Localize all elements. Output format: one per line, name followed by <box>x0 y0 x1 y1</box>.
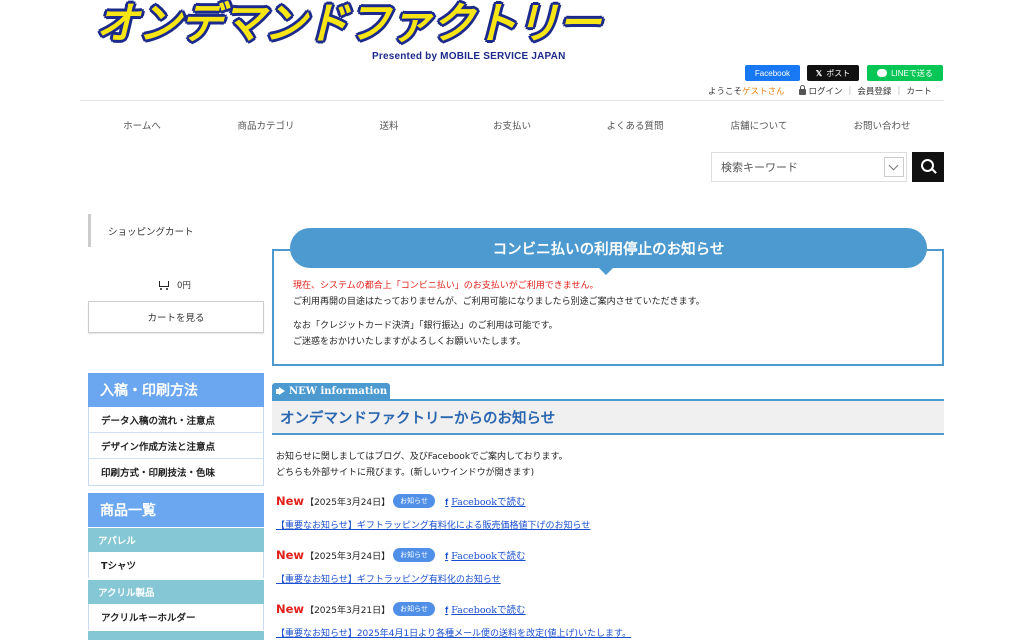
news-badge: お知らせ <box>393 494 436 508</box>
notice-line-1: 現在、システムの都合上「コンビニ払い」のお支払いがご利用できません。 <box>293 281 599 291</box>
cart-summary: 0円 <box>157 279 191 291</box>
facebook-read-label: Facebookで読む <box>451 497 526 508</box>
search-category-select[interactable] <box>884 157 904 177</box>
section-title-submission: 入稿・印刷方法 <box>88 373 264 407</box>
menu-item-data-submission[interactable]: データ入稿の流れ・注意点 <box>89 407 263 433</box>
divider: | <box>848 86 852 96</box>
cart-amount: 0円 <box>177 281 191 291</box>
facebook-read-link[interactable]: f Facebookで読む <box>445 602 526 616</box>
nav-payment[interactable]: お支払い <box>450 118 574 132</box>
new-label: New <box>276 494 305 508</box>
news-intro-2: どちらも外部サイトに飛びます。(新しいウインドウが開きます) <box>276 468 535 478</box>
line-share-button[interactable]: LINEで送る <box>867 65 943 81</box>
notice-line-2: ご利用再開の目途はたっておりませんが、ご利用可能になりましたら別途ご案内させてい… <box>293 297 705 307</box>
facebook-share-label: Facebook <box>754 68 791 78</box>
news-item-link[interactable]: 【重要なお知らせ】ギフトラッピング有料化による販売価格値下げのお知らせ <box>276 518 590 531</box>
facebook-read-link[interactable]: f Facebookで読む <box>445 548 526 562</box>
news-badge: お知らせ <box>393 548 436 562</box>
menu-item-design-guide[interactable]: デザイン作成方法と注意点 <box>89 433 263 459</box>
news-date: 【2025年3月21日】 <box>305 605 391 616</box>
nav-faq[interactable]: よくある質問 <box>573 118 697 132</box>
section-title-products: 商品一覧 <box>88 493 264 527</box>
search-input[interactable]: 検索キーワード <box>711 152 907 182</box>
news-date: 【2025年3月24日】 <box>305 551 391 562</box>
user-bar: ようこそ ゲストさん ログイン | 会員登録 | カート <box>708 85 932 97</box>
new-information-tab: NEW information <box>272 383 390 399</box>
notice-line-3: なお「クレジットカード決済」「銀行振込」のご利用は可能です。 <box>293 321 558 331</box>
search-button[interactable] <box>912 152 944 182</box>
category-item-tshirt[interactable]: Tシャツ <box>88 552 264 578</box>
facebook-read-label: Facebookで読む <box>451 551 526 562</box>
new-label: New <box>276 548 305 562</box>
news-item-meta: New 【2025年3月24日】 お知らせ f Facebookで読む <box>276 548 526 562</box>
nav-home[interactable]: ホームへ <box>80 118 204 132</box>
cart-link[interactable]: カート <box>906 85 932 97</box>
register-link[interactable]: 会員登録 <box>857 85 891 97</box>
news-intro-1: お知らせに関しましてはブログ、及びFacebookでご案内しております。 <box>276 452 568 462</box>
facebook-read-label: Facebookで読む <box>451 605 526 616</box>
category-next[interactable] <box>88 631 264 640</box>
nav-shipping[interactable]: 送料 <box>327 118 451 132</box>
x-post-button[interactable]: 𝕏 ポスト <box>807 65 859 81</box>
login-link[interactable]: ログイン <box>809 85 843 97</box>
facebook-icon: f <box>445 551 449 562</box>
divider: | <box>897 86 901 96</box>
new-information-label: NEW information <box>289 385 388 397</box>
notice-pointer <box>598 267 614 275</box>
menu-item-print-methods[interactable]: 印刷方式・印刷技法・色味 <box>89 459 263 485</box>
cart-widget-title: ショッピングカート <box>88 214 263 247</box>
logo-subtitle: Presented by MOBILE SERVICE JAPAN <box>372 51 566 62</box>
megaphone-icon <box>276 386 285 395</box>
x-icon: 𝕏 <box>815 68 823 78</box>
notice-title: コンビニ払いの利用停止のお知らせ <box>290 228 927 268</box>
notice-line-4: ご迷惑をおかけいたしますがよろしくお願いいたします。 <box>293 337 526 347</box>
news-heading: オンデマンドファクトリーからのお知らせ <box>272 399 944 435</box>
guest-name: ゲストさん <box>742 87 785 97</box>
view-cart-button[interactable]: カートを見る <box>88 301 264 333</box>
line-share-label: LINEで送る <box>891 68 933 78</box>
submission-menu: データ入稿の流れ・注意点 デザイン作成方法と注意点 印刷方式・印刷技法・色味 <box>88 407 264 486</box>
facebook-share-button[interactable]: Facebook <box>745 65 800 81</box>
site-logo[interactable]: オンデマンドファクトリー <box>96 0 601 48</box>
nav-categories[interactable]: 商品カテゴリ <box>204 118 328 132</box>
nav-contact[interactable]: お問い合わせ <box>820 118 944 132</box>
category-item-acrylic-keychain[interactable]: アクリルキーホルダー <box>88 604 264 630</box>
facebook-icon: f <box>445 605 449 616</box>
news-item-meta: New 【2025年3月24日】 お知らせ f Facebookで読む <box>276 494 526 508</box>
line-icon <box>877 69 888 77</box>
new-label: New <box>276 602 305 616</box>
news-item-link[interactable]: 【重要なお知らせ】2025年4月1日より各種メール便の送料を改定(値上げ)いたし… <box>276 626 631 639</box>
lock-icon <box>798 85 806 95</box>
header-divider <box>80 100 944 101</box>
news-date: 【2025年3月24日】 <box>305 497 391 508</box>
cart-icon <box>157 280 171 291</box>
facebook-read-link[interactable]: f Facebookで読む <box>445 494 526 508</box>
category-acrylic[interactable]: アクリル製品 <box>88 580 264 604</box>
news-badge: お知らせ <box>393 602 436 616</box>
facebook-icon: f <box>445 497 449 508</box>
nav-about-store[interactable]: 店舗について <box>697 118 821 132</box>
news-item-link[interactable]: 【重要なお知らせ】ギフトラッピング有料化のお知らせ <box>276 572 501 585</box>
chevron-down-icon <box>888 160 899 171</box>
category-apparel[interactable]: アパレル <box>88 528 264 552</box>
x-post-label: ポスト <box>826 68 851 78</box>
welcome-text: ようこそ <box>708 87 743 97</box>
news-item-meta: New 【2025年3月21日】 お知らせ f Facebookで読む <box>276 602 526 616</box>
